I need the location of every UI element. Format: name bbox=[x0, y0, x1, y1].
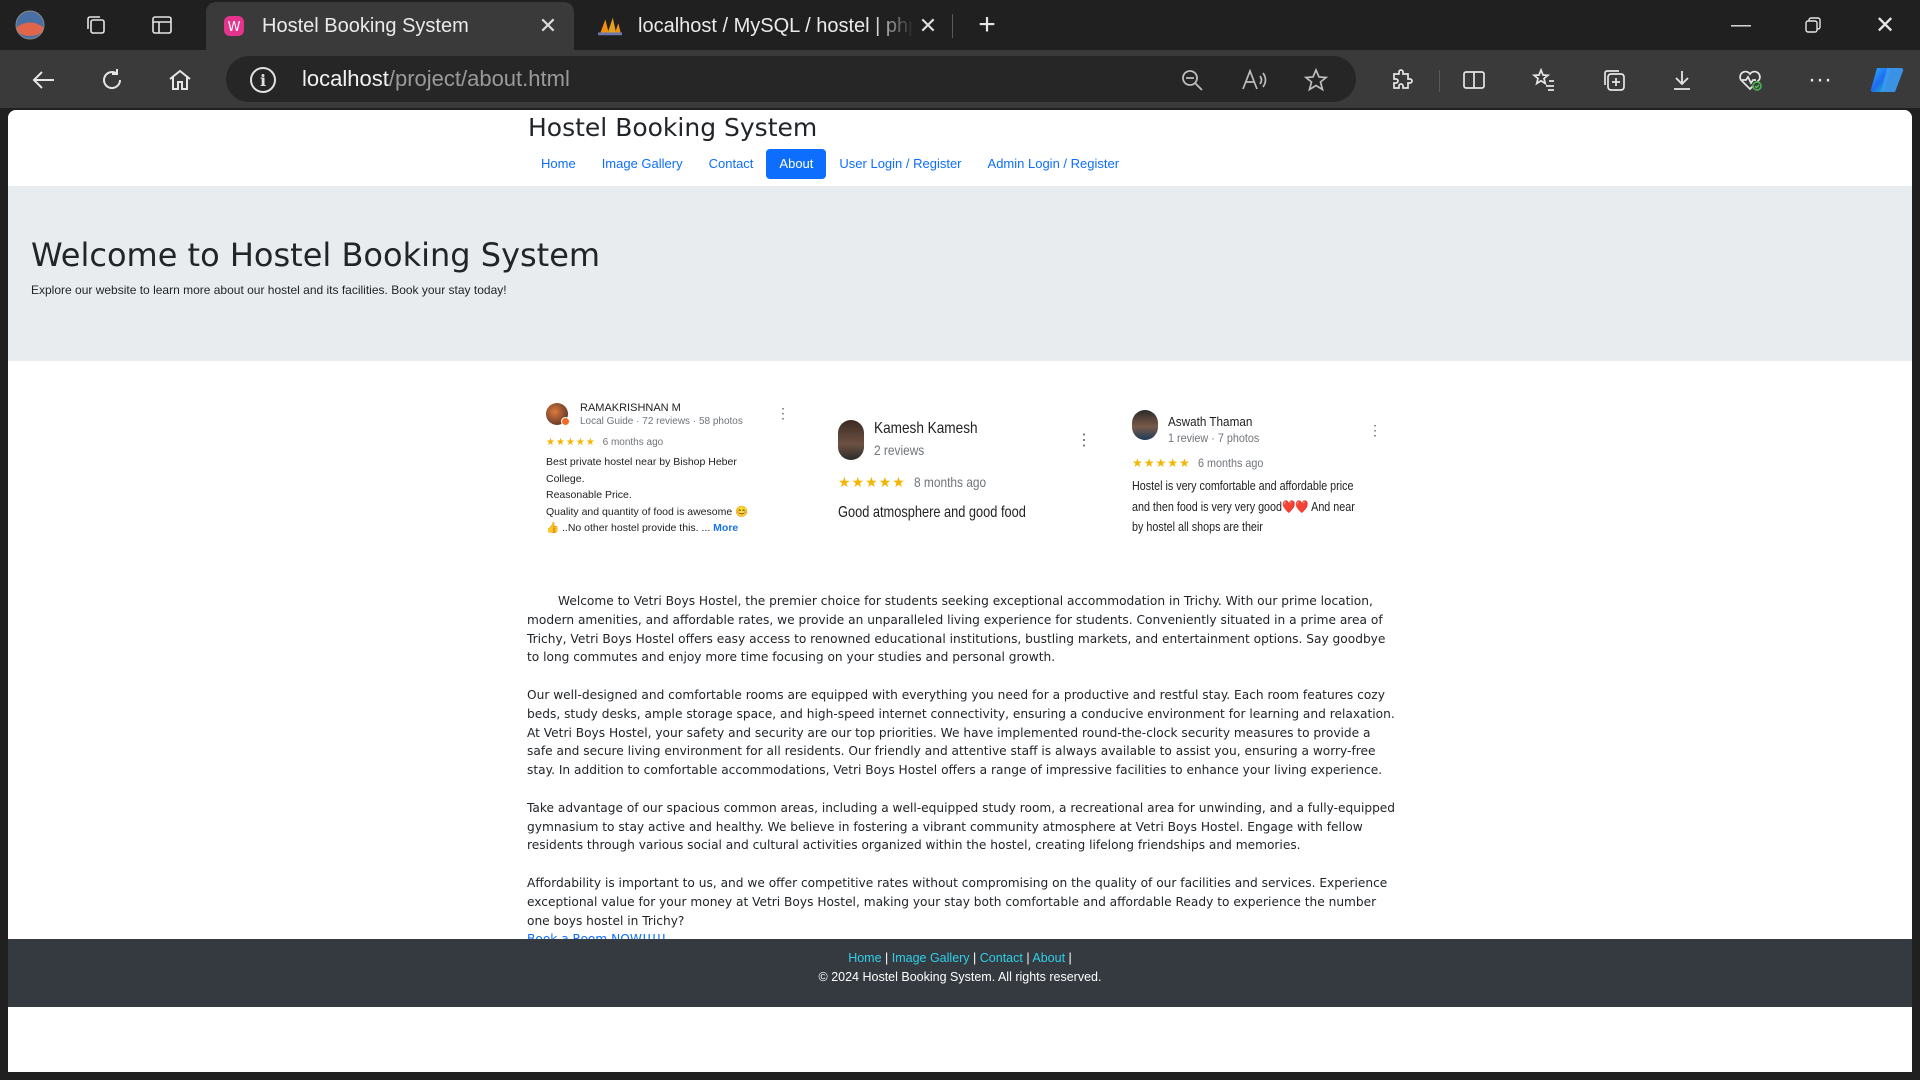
review-time: 6 months ago bbox=[602, 437, 664, 448]
review-rating: ★★★★★ 6 months ago bbox=[546, 437, 663, 448]
zoom-out-icon[interactable] bbox=[1178, 66, 1206, 94]
review-line: Quality and quantity of food is awesome … bbox=[546, 505, 749, 518]
nav-contact[interactable]: Contact bbox=[696, 149, 767, 179]
hero-jumbotron: Welcome to Hostel Booking System Explore… bbox=[8, 186, 1912, 361]
svg-text:W: W bbox=[228, 20, 241, 35]
review-time: 6 months ago bbox=[1198, 456, 1264, 470]
footer-link-home[interactable]: Home bbox=[848, 951, 881, 965]
nav-about[interactable]: About bbox=[766, 149, 827, 179]
site-footer: Home | Image Gallery | Contact | About |… bbox=[8, 939, 1912, 1007]
reviewer-name: Aswath Thaman bbox=[1168, 414, 1253, 429]
toolbar-separator bbox=[1439, 70, 1440, 92]
reviewer-meta: 1 review · 7 photos bbox=[1168, 431, 1260, 445]
star-rating-icon: ★★★★★ bbox=[838, 474, 906, 490]
review-text: Hostel is very comfortable and affordabl… bbox=[1132, 476, 1355, 538]
favorites-icon[interactable] bbox=[1528, 64, 1560, 96]
close-tab-icon[interactable]: ✕ bbox=[534, 12, 562, 40]
tab-phpmyadmin[interactable]: localhost / MySQL / hostel | phpMyAdmin … bbox=[582, 2, 954, 50]
review-more-menu-icon[interactable]: ⋮ bbox=[776, 405, 790, 422]
reviewer-meta: 2 reviews bbox=[874, 442, 925, 458]
main-nav: Home Image Gallery Contact About User Lo… bbox=[528, 149, 1132, 179]
hero-subtext: Explore our website to learn more about … bbox=[31, 283, 507, 297]
restore-icon[interactable] bbox=[1778, 0, 1848, 50]
reviewer-meta: Local Guide · 72 reviews · 58 photos bbox=[580, 416, 743, 427]
reviewer-name: Kamesh Kamesh bbox=[874, 420, 978, 437]
read-aloud-icon[interactable] bbox=[1240, 66, 1268, 94]
workspaces-icon[interactable] bbox=[80, 9, 112, 41]
nav-user-login[interactable]: User Login / Register bbox=[826, 149, 974, 179]
review-line: Hostel is very comfortable and affordabl… bbox=[1132, 479, 1354, 493]
close-tab-icon[interactable]: ✕ bbox=[914, 12, 942, 40]
review-time: 8 months ago bbox=[913, 474, 986, 490]
review-more-menu-icon[interactable]: ⋮ bbox=[1368, 422, 1382, 439]
nav-home[interactable]: Home bbox=[528, 149, 589, 179]
split-screen-icon[interactable] bbox=[1458, 64, 1490, 96]
review-line: by hostel all shops are their bbox=[1132, 520, 1263, 534]
star-rating-icon: ★★★★★ bbox=[546, 437, 596, 448]
downloads-icon[interactable] bbox=[1666, 64, 1698, 96]
favorite-star-icon[interactable] bbox=[1302, 66, 1330, 94]
back-icon[interactable] bbox=[26, 62, 62, 98]
address-bar[interactable]: i localhost/project/about.html bbox=[226, 56, 1356, 102]
browser-tab-bar: W Hostel Booking System ✕ localhost / My… bbox=[0, 0, 1920, 50]
copilot-icon[interactable] bbox=[1868, 64, 1908, 96]
site-info-icon[interactable]: i bbox=[250, 67, 276, 93]
refresh-icon[interactable] bbox=[94, 62, 130, 98]
star-rating-icon: ★★★★★ bbox=[1132, 456, 1191, 470]
review-line: Reasonable Price. bbox=[546, 489, 632, 501]
review-more-menu-icon[interactable]: ⋮ bbox=[1076, 430, 1092, 450]
tab-separator bbox=[952, 14, 953, 38]
local-guide-badge-icon bbox=[561, 417, 570, 426]
tab-hostel-booking[interactable]: W Hostel Booking System ✕ bbox=[206, 2, 574, 50]
footer-link-contact[interactable]: Contact bbox=[980, 951, 1023, 965]
extensions-icon[interactable] bbox=[1386, 64, 1418, 96]
avatar bbox=[1132, 410, 1158, 440]
browser-toolbar: i localhost/project/about.html ··· bbox=[0, 50, 1920, 108]
review-card-kamesh: Kamesh Kamesh 2 reviews ⋮ ★★★★★ 8 months… bbox=[838, 400, 1098, 550]
phpmyadmin-favicon-icon bbox=[598, 14, 622, 38]
review-text: Good atmosphere and good food bbox=[838, 504, 1026, 521]
about-paragraph-4: Affordability is important to us, and we… bbox=[527, 874, 1397, 949]
footer-copyright: © 2024 Hostel Booking System. All rights… bbox=[818, 970, 1102, 984]
avatar bbox=[838, 420, 864, 460]
review-text: Best private hostel near by Bishop Heber… bbox=[546, 454, 786, 537]
minimize-icon[interactable]: — bbox=[1706, 0, 1776, 50]
nav-image-gallery[interactable]: Image Gallery bbox=[589, 149, 696, 179]
reviewer-name: RAMAKRISHNAN M bbox=[580, 402, 681, 414]
review-card-aswath: Aswath Thaman 1 review · 7 photos ⋮ ★★★★… bbox=[1132, 400, 1392, 550]
profile-avatar-icon[interactable] bbox=[14, 9, 46, 41]
about-content: Welcome to Vetri Boys Hostel, the premie… bbox=[527, 592, 1397, 949]
footer-links: Home | Image Gallery | Contact | About | bbox=[848, 951, 1072, 965]
footer-link-image-gallery[interactable]: Image Gallery bbox=[892, 951, 970, 965]
site-title: Hostel Booking System bbox=[528, 113, 818, 142]
review-more-link[interactable]: More bbox=[713, 522, 738, 534]
nav-admin-login[interactable]: Admin Login / Register bbox=[975, 149, 1133, 179]
review-line: Best private hostel near by Bishop Heber bbox=[546, 456, 737, 468]
footer-link-about[interactable]: About bbox=[1032, 951, 1065, 965]
review-card-ramakrishnan: RAMAKRISHNAN M Local Guide · 72 reviews … bbox=[546, 393, 796, 563]
review-line: and then food is very very good❤️❤️ And … bbox=[1132, 499, 1355, 514]
review-rating: ★★★★★ 8 months ago bbox=[838, 474, 999, 491]
hostel-favicon-icon: W bbox=[222, 14, 246, 38]
collections-icon[interactable] bbox=[1598, 64, 1630, 96]
more-options-icon[interactable]: ··· bbox=[1804, 64, 1836, 96]
new-tab-icon[interactable]: + bbox=[970, 8, 1004, 42]
hero-heading: Welcome to Hostel Booking System bbox=[31, 236, 601, 274]
review-rating: ★★★★★ 6 months ago bbox=[1132, 456, 1271, 470]
browser-essentials-icon[interactable] bbox=[1734, 64, 1766, 96]
url-text[interactable]: localhost/project/about.html bbox=[302, 66, 570, 92]
tab-title: Hostel Booking System bbox=[262, 14, 469, 37]
close-window-icon[interactable]: ✕ bbox=[1850, 0, 1920, 50]
about-paragraph-4-text: Affordability is important to us, and we… bbox=[527, 875, 1388, 928]
review-line: College. bbox=[546, 472, 585, 485]
site-header: Hostel Booking System Home Image Gallery… bbox=[8, 110, 1912, 186]
about-paragraph-2: Our well-designed and comfortable rooms … bbox=[527, 687, 1395, 778]
tab-actions-icon[interactable] bbox=[146, 9, 178, 41]
review-line: 👍 ..No other hostel provide this. ... bbox=[546, 522, 711, 534]
about-paragraph-3: Take advantage of our spacious common ar… bbox=[527, 800, 1396, 853]
about-paragraph-1: Welcome to Vetri Boys Hostel, the premie… bbox=[527, 594, 1390, 665]
page-viewport: Hostel Booking System Home Image Gallery… bbox=[8, 110, 1912, 1072]
home-icon[interactable] bbox=[162, 62, 198, 98]
tab-title: localhost / MySQL / hostel | phpMyAdmin bbox=[638, 14, 914, 37]
